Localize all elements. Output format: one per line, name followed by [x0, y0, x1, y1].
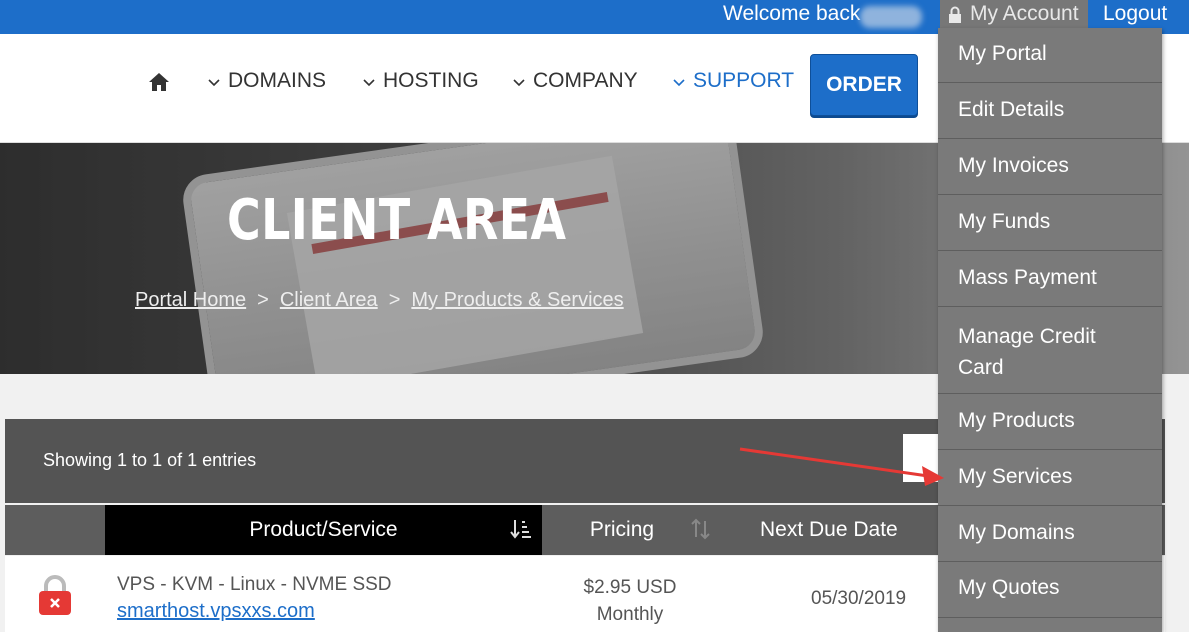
chevron-down-icon: [673, 69, 685, 93]
nav-hosting-label: HOSTING: [383, 69, 479, 92]
column-header-pricing[interactable]: Pricing: [542, 505, 722, 555]
nav-support-label: SUPPORT: [693, 69, 795, 92]
menu-item-label: My Products: [958, 409, 1075, 432]
logout-link[interactable]: Logout: [1103, 2, 1167, 26]
column-header-product-label: Product/Service: [249, 518, 398, 541]
table-search-input[interactable]: [903, 434, 943, 482]
menu-item-label: My Invoices: [958, 154, 1069, 177]
breadcrumb-separator: >: [257, 289, 269, 311]
menu-item-my-quotes[interactable]: My Quotes: [938, 562, 1162, 618]
menu-item-label: My Portal: [958, 42, 1047, 65]
menu-item-label: Edit Details: [958, 98, 1065, 121]
sort-desc-icon: [510, 518, 532, 546]
nav-domains[interactable]: DOMAINS: [208, 69, 326, 93]
sort-icon: [690, 518, 712, 546]
chevron-down-icon: [208, 69, 220, 93]
menu-item-label: My Funds: [958, 210, 1051, 233]
page-title: CLIENT AREA: [227, 188, 567, 253]
my-account-label: My Account: [970, 2, 1079, 25]
menu-item-label: My Services: [958, 465, 1073, 488]
menu-item-my-invoices[interactable]: My Invoices: [938, 139, 1162, 195]
menu-item-mass-payment[interactable]: Mass Payment: [938, 251, 1162, 307]
entries-info: Showing 1 to 1 of 1 entries: [43, 450, 257, 470]
breadcrumb-portal-home[interactable]: Portal Home: [135, 289, 246, 311]
column-header-pricing-label: Pricing: [589, 518, 655, 541]
product-due-date: 05/30/2019: [811, 588, 907, 609]
product-billing-cycle: Monthly: [596, 604, 664, 625]
breadcrumb-products-services[interactable]: My Products & Services: [411, 289, 623, 311]
breadcrumb: Portal Home > Client Area > My Products & Se…: [135, 289, 624, 312]
order-button[interactable]: ORDER: [810, 54, 918, 116]
welcome-text: Welcome back: [723, 2, 861, 25]
product-price: $2.95 USD: [583, 577, 677, 598]
breadcrumb-client-area[interactable]: Client Area: [280, 289, 378, 311]
chevron-down-icon: [363, 69, 375, 93]
menu-item-label: My Domains: [958, 521, 1075, 544]
menu-item-label: Mass Payment: [958, 266, 1097, 289]
column-header-due-date[interactable]: Next Due Date: [760, 505, 950, 555]
product-pricing: $2.95 USD Monthly: [565, 574, 695, 628]
nav-domains-label: DOMAINS: [228, 69, 327, 92]
chevron-down-icon: [513, 69, 525, 93]
lock-icon: [948, 6, 962, 30]
menu-item-label: My Quotes: [958, 576, 1060, 599]
nav-support[interactable]: SUPPORT: [673, 69, 794, 93]
menu-item-edit-details[interactable]: Edit Details: [938, 83, 1162, 139]
lock-icon: [37, 574, 73, 621]
product-domain-link[interactable]: smarthost.vpsxxs.com: [117, 600, 315, 623]
nav-company[interactable]: COMPANY: [513, 69, 638, 93]
redacted-username: [860, 6, 922, 28]
menu-item-my-portal[interactable]: My Portal: [938, 28, 1162, 83]
nav-company-label: COMPANY: [533, 69, 638, 92]
menu-item-manage-credit-card[interactable]: Manage Credit Card: [938, 307, 1162, 394]
menu-item-my-services[interactable]: My Services: [938, 450, 1162, 506]
product-name: VPS - KVM - Linux - NVME SSD: [117, 574, 392, 595]
column-header-due-date-label: Next Due Date: [760, 518, 898, 541]
nav-hosting[interactable]: HOSTING: [363, 69, 479, 93]
menu-item-my-products[interactable]: My Products: [938, 394, 1162, 450]
breadcrumb-separator: >: [388, 289, 401, 311]
menu-item-my-funds[interactable]: My Funds: [938, 195, 1162, 251]
column-header-product[interactable]: Product/Service: [105, 505, 542, 555]
home-icon[interactable]: [148, 72, 170, 97]
account-dropdown-menu: My Portal Edit Details My Invoices My Fu…: [938, 28, 1162, 632]
menu-item-label: Manage Credit Card: [958, 325, 1096, 379]
menu-item-my-domains[interactable]: My Domains: [938, 506, 1162, 562]
